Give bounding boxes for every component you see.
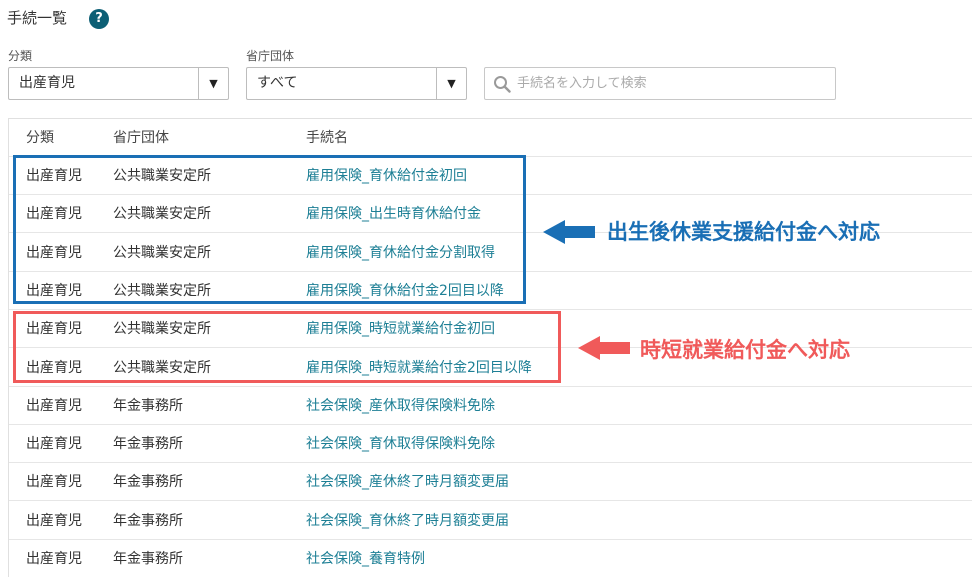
table-row[interactable]: 出産育児 年金事務所 社会保険_養育特例 — [9, 540, 972, 577]
agency-select-value: すべて — [257, 75, 298, 91]
row-agency: 年金事務所 — [113, 474, 183, 491]
row-category: 出産育児 — [26, 436, 82, 453]
search-input[interactable] — [517, 68, 827, 99]
agency-filter-label: 省庁団体 — [246, 49, 295, 63]
table-row[interactable]: 出産育児 年金事務所 社会保険_育休取得保険料免除 — [9, 425, 972, 464]
search-box[interactable] — [484, 67, 836, 100]
table-row[interactable]: 出産育児 年金事務所 社会保険_産休終了時月額変更届 — [9, 463, 972, 502]
row-procedure-link[interactable]: 社会保険_養育特例 — [306, 540, 425, 577]
left-arrow-icon — [578, 336, 630, 360]
row-category: 出産育児 — [26, 512, 82, 529]
table-row[interactable]: 出産育児 年金事務所 社会保険_産休取得保険料免除 — [9, 387, 972, 425]
header-agency[interactable]: 省庁団体 — [113, 119, 169, 157]
category-select-value: 出産育児 — [19, 75, 75, 91]
table-row[interactable]: 出産育児 年金事務所 社会保険_育休終了時月額変更届 — [9, 502, 972, 540]
row-agency: 年金事務所 — [113, 397, 183, 414]
table-header: 分類 省庁団体 手続名 — [9, 119, 972, 157]
row-category: 出産育児 — [26, 551, 82, 567]
row-procedure-link[interactable]: 社会保険_育休取得保険料免除 — [306, 425, 495, 463]
left-arrow-icon — [543, 220, 595, 244]
header-procedure-name[interactable]: 手続名 — [306, 119, 348, 157]
agency-select-caret[interactable]: ▼ — [436, 68, 466, 99]
row-agency: 年金事務所 — [113, 436, 183, 453]
row-procedure-link[interactable]: 社会保険_産休終了時月額変更届 — [306, 463, 509, 501]
row-category: 出産育児 — [26, 474, 82, 491]
chevron-down-icon: ▼ — [209, 77, 218, 90]
search-icon — [494, 76, 511, 93]
row-agency: 年金事務所 — [113, 512, 183, 529]
chevron-down-icon: ▼ — [447, 77, 456, 90]
help-icon[interactable]: ? — [89, 9, 109, 29]
agency-select[interactable]: すべて ▼ — [246, 67, 467, 100]
red-annotation-text: 時短就業給付金へ対応 — [640, 338, 850, 362]
highlight-box-red — [13, 311, 561, 383]
blue-annotation-text: 出生後休業支援給付金へ対応 — [607, 220, 880, 244]
row-procedure-link[interactable]: 社会保険_育休終了時月額変更届 — [306, 502, 509, 540]
row-procedure-link[interactable]: 社会保険_産休取得保険料免除 — [306, 387, 495, 425]
category-select[interactable]: 出産育児 ▼ — [8, 67, 229, 100]
row-category: 出産育児 — [26, 397, 82, 414]
category-filter-label: 分類 — [8, 49, 33, 63]
page-title: 手続一覧 — [7, 9, 68, 27]
highlight-box-blue — [13, 155, 526, 304]
row-agency: 年金事務所 — [113, 551, 183, 567]
category-select-caret[interactable]: ▼ — [198, 68, 228, 99]
header-category[interactable]: 分類 — [26, 119, 54, 157]
